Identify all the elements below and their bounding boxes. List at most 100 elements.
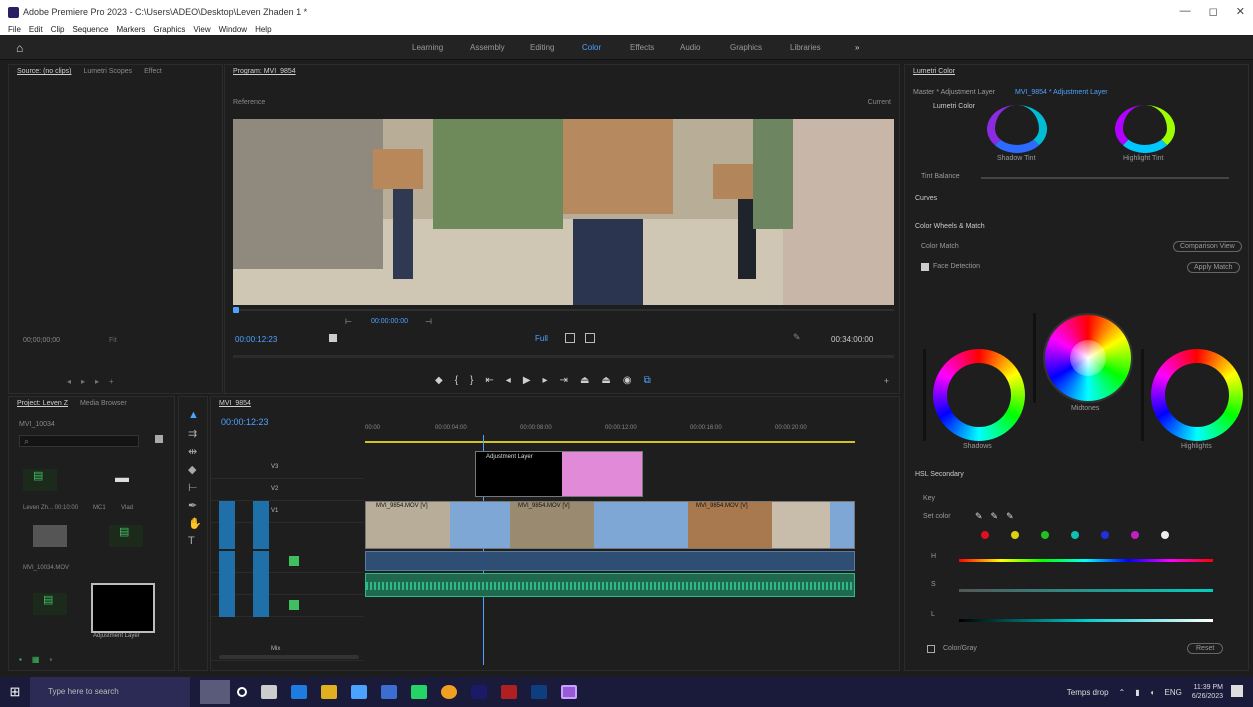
timeline-timecode[interactable]: 00:00:12:23	[221, 417, 269, 427]
premiere-pro-icon[interactable]	[561, 685, 577, 699]
whatsapp-icon[interactable]	[411, 685, 427, 699]
go-to-out-icon[interactable]: ⇥	[560, 375, 568, 386]
hand-tool-icon[interactable]: ✋	[188, 517, 202, 530]
v1-clips[interactable]: MVI_9854.MOV [V] MVI_9854.MOV [V] MVI_98…	[365, 501, 855, 549]
preset-red[interactable]	[981, 531, 989, 539]
eyedropper-add-icon[interactable]: ✎	[991, 511, 999, 522]
track-a1[interactable]	[211, 551, 364, 573]
midtones-slider[interactable]	[1033, 313, 1036, 403]
preset-magenta[interactable]	[1131, 531, 1139, 539]
photos-icon[interactable]	[381, 685, 397, 699]
shadows-slider[interactable]	[923, 349, 926, 441]
shadows-wheel[interactable]	[933, 349, 1025, 441]
target-a2[interactable]	[253, 573, 269, 595]
freeform-view-icon[interactable]: ◦	[49, 655, 52, 664]
work-area-bar[interactable]	[365, 441, 855, 443]
file-explorer-icon[interactable]	[321, 685, 337, 699]
program-timecode[interactable]: 00:00:12:23	[235, 335, 277, 344]
clock[interactable]: 11:39 PM 6/26/2023	[1192, 683, 1223, 701]
tray-chevron-icon[interactable]: ⌃	[1119, 688, 1126, 697]
list-view-icon[interactable]: ▪	[19, 655, 22, 664]
workspace-libraries[interactable]: Libraries	[790, 43, 821, 52]
taskbar-search-input[interactable]: Type here to search	[30, 677, 190, 707]
out-point-icon[interactable]: ⊣	[425, 317, 432, 326]
add-marker-icon[interactable]: ◆	[435, 375, 443, 386]
maximize-button[interactable]: ◻	[1209, 5, 1218, 18]
highlights-slider[interactable]	[1141, 349, 1144, 441]
home-icon[interactable]: ⌂	[16, 41, 23, 55]
curves-header[interactable]: Curves	[915, 195, 937, 202]
tab-media-browser[interactable]: Media Browser	[80, 397, 127, 411]
hsl-secondary-header[interactable]: HSL Secondary	[915, 471, 964, 478]
folder-icon[interactable]: ▬	[105, 469, 139, 491]
step-back-icon[interactable]: ◂	[67, 377, 71, 386]
preset-white[interactable]	[1161, 531, 1169, 539]
reset-button[interactable]: Reset	[1187, 643, 1224, 654]
menu-edit[interactable]: Edit	[29, 24, 43, 35]
menu-view[interactable]: View	[193, 24, 210, 35]
preset-blue[interactable]	[1101, 531, 1109, 539]
language-label[interactable]: ENG	[1165, 688, 1182, 697]
pen-tool-icon[interactable]: ✒	[188, 499, 200, 512]
menu-markers[interactable]: Markers	[117, 24, 146, 35]
step-back-icon[interactable]: ◂	[506, 375, 511, 386]
audio-clip-a1[interactable]	[365, 551, 855, 571]
sequence-thumbnail[interactable]: ▤	[23, 469, 57, 491]
sequence-thumbnail-2[interactable]: ▤	[109, 525, 143, 547]
saturation-slider[interactable]	[959, 589, 1213, 592]
video-frame[interactable]	[233, 119, 894, 305]
target-v1[interactable]	[253, 501, 269, 549]
extract-icon[interactable]: ⏏	[601, 375, 610, 386]
tab-project[interactable]: Project: Leven Z	[17, 397, 68, 411]
adjustment-layer-thumbnail[interactable]	[91, 583, 155, 633]
step-forward-icon[interactable]: ▸	[95, 377, 99, 386]
program-scrubber[interactable]	[233, 307, 894, 313]
timeline-ruler[interactable]: 00:00 00:00:04:00 00:00:08:00 00:00:12:0…	[365, 425, 855, 439]
source-patch-a3[interactable]	[219, 595, 235, 617]
chrome-icon[interactable]	[441, 685, 457, 699]
playback-resolution-select[interactable]: Full	[535, 334, 548, 343]
play-icon[interactable]: ▸	[81, 377, 85, 386]
ripple-tool-icon[interactable]: ⇹	[188, 445, 200, 458]
tab-lumetri-color[interactable]: Lumetri Color	[913, 65, 955, 79]
tab-sequence[interactable]: MVI_9854	[219, 397, 251, 411]
menu-clip[interactable]: Clip	[51, 24, 65, 35]
workspace-effects[interactable]: Effects	[630, 43, 654, 52]
compare-icon[interactable]: ⧉	[644, 375, 651, 386]
source-patch-a2[interactable]	[219, 573, 235, 595]
network-icon[interactable]: ▮	[1135, 688, 1139, 697]
menu-file[interactable]: File	[8, 24, 21, 35]
adjustment-layer-clip[interactable]: Adjustment Layer	[475, 451, 643, 497]
menu-help[interactable]: Help	[255, 24, 271, 35]
color-wheels-header[interactable]: Color Wheels & Match	[915, 223, 985, 230]
source-patch-a1[interactable]	[219, 551, 235, 573]
menu-window[interactable]: Window	[219, 24, 247, 35]
face-detection-checkbox[interactable]	[921, 263, 929, 271]
bin-icon[interactable]	[155, 435, 163, 443]
lift-icon[interactable]: ⏏	[580, 375, 589, 386]
add-button-icon[interactable]: +	[884, 376, 889, 386]
target-a1[interactable]	[253, 551, 269, 573]
menu-sequence[interactable]: Sequence	[72, 24, 108, 35]
play-button[interactable]: ▶	[523, 375, 531, 386]
track-v1[interactable]: V1	[211, 501, 364, 549]
program-zoom-bar[interactable]	[233, 355, 894, 358]
slip-tool-icon[interactable]: ⊢	[188, 481, 200, 494]
tab-lumetri-scopes[interactable]: Lumetri Scopes	[83, 65, 132, 79]
project-search-input[interactable]: ⌕	[19, 435, 139, 447]
more-workspaces-icon[interactable]: »	[855, 43, 859, 52]
comparison-icon[interactable]	[565, 333, 575, 343]
comparison-view-button[interactable]: Comparison View	[1173, 241, 1242, 252]
tab-program[interactable]: Program: MVI_9854	[233, 65, 296, 79]
icon-view-icon[interactable]: ▦	[32, 655, 40, 664]
weather-status[interactable]: Temps drop	[1067, 688, 1109, 697]
minimize-button[interactable]: —	[1180, 5, 1191, 18]
add-icon[interactable]: +	[109, 377, 114, 386]
volume-icon[interactable]: ◖	[1150, 688, 1155, 697]
highlights-wheel[interactable]	[1151, 349, 1243, 441]
target-label[interactable]: MVI_9854 * Adjustment Layer	[1015, 89, 1108, 96]
track-v3[interactable]: V3	[211, 457, 364, 479]
settings-icon[interactable]	[329, 334, 337, 342]
mute-a3[interactable]	[289, 600, 299, 610]
apply-match-button[interactable]: Apply Match	[1187, 262, 1240, 273]
